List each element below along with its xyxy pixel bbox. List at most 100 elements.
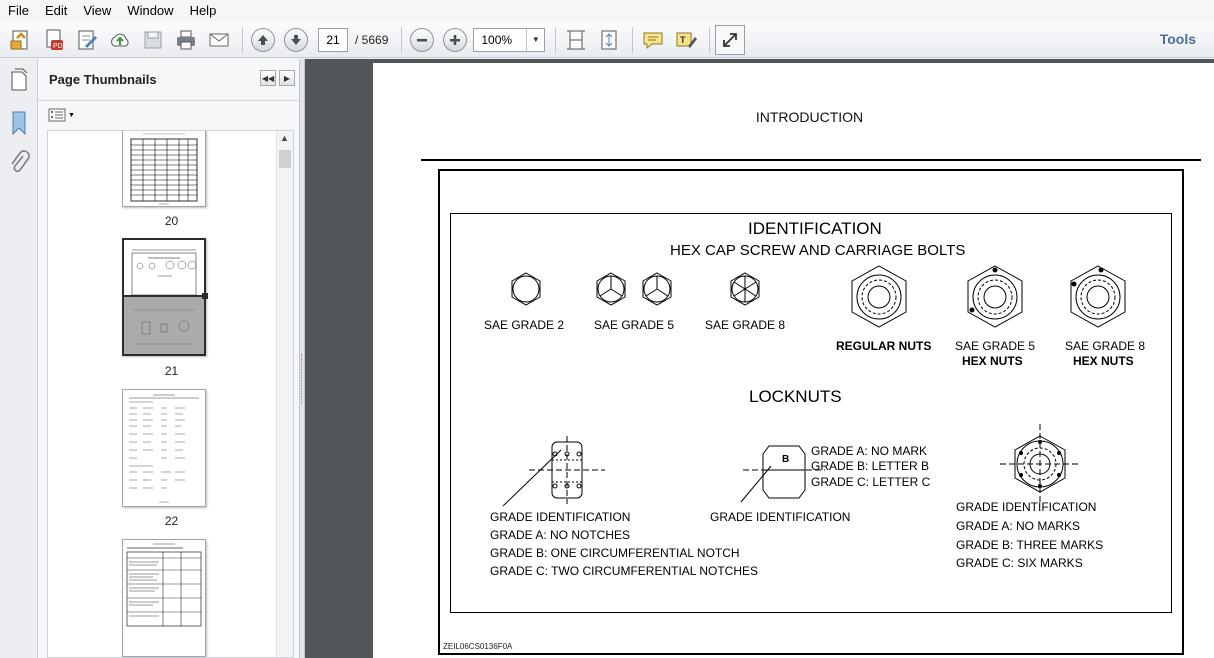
create-pdf-icon <box>10 30 28 49</box>
panel-title: Page Thumbnails <box>49 72 157 87</box>
viewport-indicator[interactable] <box>122 238 206 297</box>
arrow-down-icon <box>291 34 301 45</box>
thumbnail-page-21[interactable] <box>122 238 208 356</box>
nut-label-grade-8-line2: HEX NUTS <box>1073 354 1134 368</box>
thumbnail-page-22[interactable] <box>122 389 206 507</box>
zoom-in-button[interactable] <box>440 25 470 55</box>
zoom-select[interactable]: 100% ▼ <box>473 27 546 52</box>
upload-cloud-button[interactable] <box>105 25 135 55</box>
page-thumbnails-nav-button[interactable] <box>0 59 38 101</box>
page-preview <box>123 540 205 656</box>
toolbar-separator <box>242 26 243 53</box>
attachments-nav-button[interactable] <box>0 143 38 183</box>
double-chevron-left-icon: ◀◀ <box>261 73 275 83</box>
toolbar: PDF 21 / 5669 100% ▼ T Tools <box>0 22 1214 58</box>
viewport-resize-handle[interactable] <box>202 293 208 299</box>
toolbar-separator <box>632 26 634 53</box>
locknut-middle-title: GRADE IDENTIFICATION <box>710 510 851 524</box>
thumbnail-options-row: ▼ <box>38 101 299 129</box>
cloud-upload-icon <box>111 33 129 46</box>
bolt-grade-5-diagram <box>596 272 672 306</box>
navigation-pane-strip <box>0 59 38 658</box>
menu-window[interactable]: Window <box>119 0 181 22</box>
thumbnail-options-button[interactable]: ▼ <box>48 108 75 122</box>
locknut-middle-line-c: GRADE C: LETTER C <box>811 475 931 489</box>
fit-width-button[interactable] <box>594 25 624 55</box>
save-icon <box>144 31 162 48</box>
highlight-button[interactable]: T <box>671 25 701 55</box>
previous-page-button[interactable] <box>248 25 278 55</box>
page-thumbnails-icon <box>11 68 28 91</box>
toolbar-separator <box>709 26 711 53</box>
chevron-down-icon[interactable]: ▼ <box>526 28 544 51</box>
menu-view[interactable]: View <box>75 0 119 22</box>
pdf-page: INTRODUCTION IDENTIFICATION HEX CAP SCRE… <box>373 63 1214 658</box>
svg-text:PDF: PDF <box>53 43 66 50</box>
edit-document-icon <box>78 30 97 49</box>
page-preview <box>123 131 205 206</box>
collapse-panel-button[interactable]: ◀◀ <box>260 70 276 86</box>
menu-file[interactable]: File <box>0 0 37 22</box>
create-pdf-button[interactable] <box>6 25 36 55</box>
thumbnail-page-23[interactable] <box>122 539 206 657</box>
grade-8-nut-diagram <box>1070 265 1126 328</box>
thumbnail-list[interactable]: 20 21 22 ▲ <box>47 130 294 658</box>
thumbnail-page-20[interactable] <box>122 131 206 207</box>
locknut-right-line-b: GRADE B: THREE MARKS <box>956 538 1104 552</box>
nut-label-grade-8-line1: SAE GRADE 8 <box>1065 339 1146 353</box>
locknut-letter-mark: B <box>782 454 789 465</box>
arrow-up-icon <box>258 34 268 45</box>
menu-help[interactable]: Help <box>182 0 225 22</box>
header-rule <box>421 159 1201 161</box>
panel-options-arrow-button[interactable]: ▶ <box>279 70 295 86</box>
nut-label-grade-5-line2: HEX NUTS <box>962 354 1023 368</box>
bolt-grade-8-diagram <box>730 272 760 306</box>
locknut-left-title: GRADE IDENTIFICATION <box>490 510 631 524</box>
thumbnail-scrollbar[interactable]: ▲ <box>276 131 293 657</box>
tools-link[interactable]: Tools <box>1160 31 1196 47</box>
plus-icon <box>450 34 461 45</box>
save-button[interactable] <box>138 25 168 55</box>
page-preview <box>123 390 205 506</box>
scrollbar-thumb[interactable] <box>279 150 291 168</box>
combine-files-button[interactable]: PDF <box>39 25 69 55</box>
locknut-notch-diagram <box>502 436 605 507</box>
zoom-out-button[interactable] <box>407 25 437 55</box>
fit-page-icon <box>601 30 617 49</box>
locknut-right-line-c: GRADE C: SIX MARKS <box>956 556 1083 570</box>
figure-frame: IDENTIFICATION HEX CAP SCREW AND CARRIAG… <box>438 169 1184 655</box>
scroll-up-arrow-icon[interactable]: ▲ <box>280 133 289 143</box>
locknut-left-line-a: GRADE A: NO NOTCHES <box>490 528 631 542</box>
next-page-button[interactable] <box>281 25 311 55</box>
bookmarks-nav-button[interactable] <box>0 103 38 143</box>
edit-pdf-button[interactable] <box>72 25 102 55</box>
pdf-reader-window: File Edit View Window Help PDF 21 / 5669… <box>0 0 1214 658</box>
splitter-grip[interactable] <box>301 354 303 404</box>
thumbnail-label: 20 <box>164 214 179 228</box>
page-header-title: INTRODUCTION <box>755 109 864 125</box>
thumbnail-label: 22 <box>164 514 179 528</box>
locknut-middle-line-b: GRADE B: LETTER B <box>811 459 930 473</box>
fit-page-button[interactable] <box>561 25 591 55</box>
locknut-left-line-b: GRADE B: ONE CIRCUMFERENTIAL NOTCH <box>490 546 740 560</box>
document-view[interactable]: INTRODUCTION IDENTIFICATION HEX CAP SCRE… <box>305 59 1214 658</box>
email-button[interactable] <box>204 25 234 55</box>
menu-edit[interactable]: Edit <box>37 0 75 22</box>
expand-icon <box>723 32 738 47</box>
page-total-label: / 5669 <box>355 32 389 47</box>
locknut-middle-line-a: GRADE A: NO MARK <box>811 444 928 458</box>
toolbar-separator <box>555 26 557 53</box>
page-number-input[interactable]: 21 <box>318 27 348 52</box>
bolt-label-grade-2: SAE GRADE 2 <box>484 318 565 332</box>
full-screen-button[interactable] <box>715 24 746 55</box>
zoom-value: 100% <box>481 32 513 47</box>
add-comment-button[interactable] <box>638 25 668 55</box>
locknuts-title: LOCKNUTS <box>749 387 842 406</box>
nut-label-regular: REGULAR NUTS <box>836 339 932 353</box>
print-button[interactable] <box>171 25 201 55</box>
nut-label-grade-5-line1: SAE GRADE 5 <box>955 339 1036 353</box>
bolt-label-grade-5: SAE GRADE 5 <box>594 318 675 332</box>
bookmark-icon <box>12 111 26 136</box>
panel-controls: ◀◀ ▶ <box>260 70 295 86</box>
toolbar-separator <box>401 26 403 53</box>
